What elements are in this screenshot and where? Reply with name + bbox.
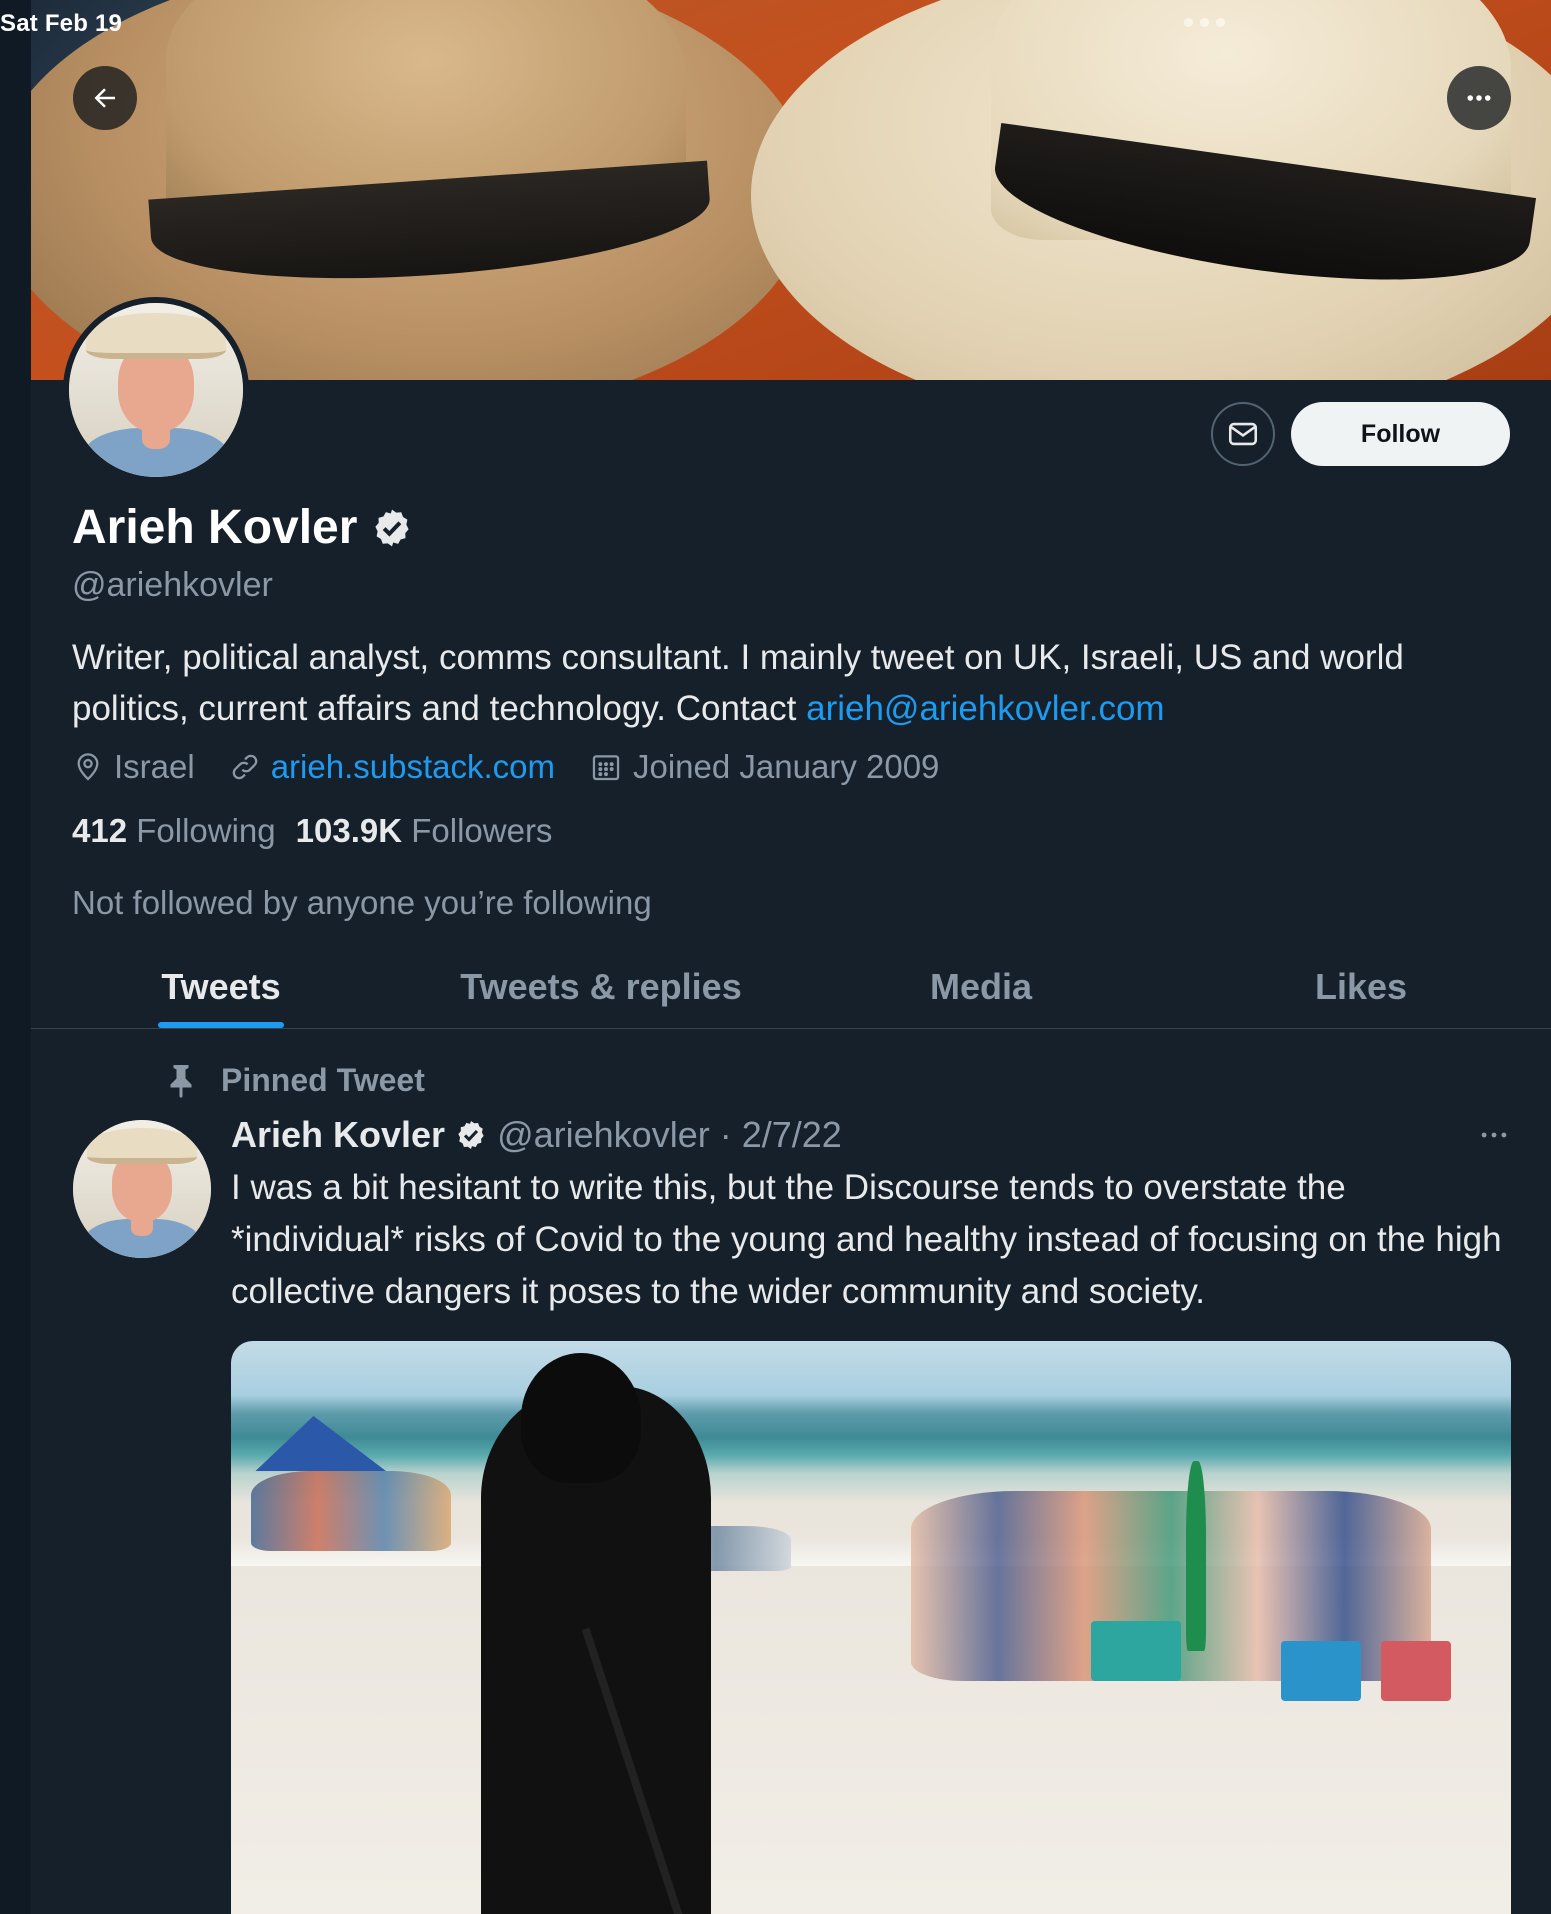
tweet-avatar[interactable] (73, 1120, 211, 1258)
followers-count: 103.9K (295, 812, 403, 849)
status-bar-time: Sat Feb 19 (0, 10, 123, 37)
profile-website[interactable]: arieh.substack.com (229, 748, 555, 786)
verified-badge-icon (375, 509, 410, 546)
following-label: Following (136, 812, 276, 849)
link-icon (232, 754, 257, 780)
tab-tweets[interactable]: Tweets (31, 945, 411, 1028)
profile-page: Follow Arieh Kovler @ariehkovler Writer,… (31, 0, 1551, 1914)
more-horizontal-icon (1481, 1132, 1507, 1138)
tweet-image[interactable] (231, 1341, 1511, 1914)
following-count-link[interactable]: 412 Following (72, 812, 276, 850)
mutual-followers-note: Not followed by anyone you’re following (72, 884, 652, 921)
location-text: Israel (114, 748, 195, 785)
tab-likes[interactable]: Likes (1171, 945, 1551, 1028)
following-count: 412 (72, 812, 128, 849)
follow-button[interactable]: Follow (1291, 402, 1510, 466)
joined-text: Joined January 2009 (633, 748, 940, 785)
profile-name-text: Arieh Kovler (72, 501, 358, 554)
tweet-text: I was a bit hesitant to write this, but … (231, 1168, 1502, 1311)
profile-banner[interactable] (31, 0, 1551, 380)
profile-tabs: Tweets Tweets & replies Media Likes (31, 945, 1551, 1029)
follow-counts: 412 Following 103.9K Followers (72, 812, 552, 850)
tweet-handle-date[interactable]: @ariehkovler · 2/7/22 (497, 1114, 842, 1156)
pinned-tweet-label: Pinned Tweet (163, 1060, 425, 1100)
left-edge-strip (0, 0, 31, 1914)
tweet-author-name[interactable]: Arieh Kovler (231, 1114, 445, 1156)
arrow-left-icon (94, 88, 115, 108)
profile-joined: Joined January 2009 (589, 748, 939, 786)
tab-tweets-replies[interactable]: Tweets & replies (411, 945, 791, 1028)
envelope-icon (1228, 422, 1258, 446)
followers-count-link[interactable]: 103.9K Followers (296, 812, 553, 850)
message-button[interactable] (1211, 402, 1275, 466)
tab-media[interactable]: Media (791, 945, 1171, 1028)
more-horizontal-icon (1467, 95, 1491, 101)
tweet-header: Arieh Kovler @ariehkovler · 2/7/22 (231, 1114, 842, 1156)
verified-badge-icon (458, 1121, 484, 1149)
website-link[interactable]: arieh.substack.com (271, 748, 555, 786)
more-options-button[interactable] (1447, 66, 1511, 130)
profile-meta: Israel arieh.substack.com Joined January… (72, 748, 973, 786)
tweet-more-button[interactable] (1477, 1118, 1511, 1157)
multitasking-dots[interactable] (1184, 18, 1225, 27)
profile-name: Arieh Kovler (72, 500, 413, 555)
calendar-icon (592, 755, 620, 781)
profile-bio: Writer, political analyst, comms consult… (72, 632, 1512, 734)
back-button[interactable] (73, 66, 137, 130)
pin-icon (170, 1065, 192, 1098)
location-pin-icon (77, 753, 99, 781)
profile-avatar[interactable] (63, 297, 249, 483)
profile-handle: @ariehkovler (72, 566, 273, 604)
bio-text: Writer, political analyst, comms consult… (72, 638, 1404, 728)
bio-email-link[interactable]: arieh@ariehkovler.com (806, 689, 1164, 728)
profile-location: Israel (72, 748, 195, 786)
followers-label: Followers (411, 812, 553, 849)
